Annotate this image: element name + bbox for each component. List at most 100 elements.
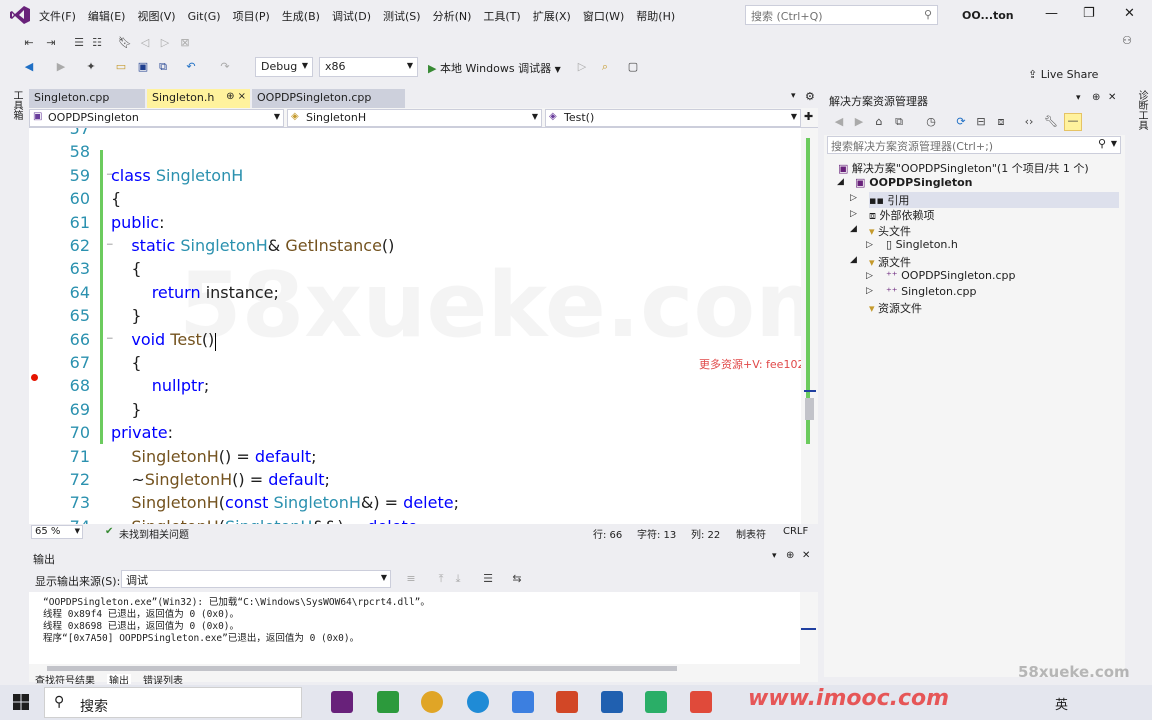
collapsed-arrow-icon[interactable]: ▷ [866, 271, 873, 281]
prev-bookmark-icon[interactable]: ◁ [138, 36, 152, 50]
indent-icon[interactable]: ⇤ [22, 36, 36, 50]
window-position-icon[interactable]: ▾ [772, 551, 777, 561]
undo-icon[interactable]: ↶ [184, 60, 198, 74]
uncomment-icon[interactable]: ☷ [90, 36, 104, 50]
feedback-icon[interactable]: ⚇ [1120, 34, 1134, 48]
tree-external-deps[interactable]: ⧈ 外部依赖项 [869, 207, 935, 223]
code-editor[interactable]: 58xueke.com 5758596061626364656667686970… [29, 128, 818, 524]
collapse-marker-icon[interactable]: − [106, 170, 114, 180]
scrollbar-thumb[interactable] [805, 398, 814, 420]
find-message-icon[interactable]: ≡ [404, 572, 418, 586]
editor-vertical-scrollbar[interactable] [801, 128, 818, 524]
diagnostic-tools-tab[interactable]: 诊断工具 [1134, 90, 1149, 130]
pin-icon[interactable]: ⊕ [1092, 92, 1100, 103]
scrollbar-thumb[interactable] [47, 666, 677, 671]
bottom-tab[interactable]: 查找符号结果 [33, 674, 97, 685]
tree-sources-folder[interactable]: ▾ 源文件 [869, 254, 911, 270]
code-line[interactable]: { [111, 353, 141, 372]
close-button[interactable]: ✕ [1124, 6, 1135, 21]
new-project-icon[interactable]: ✦ [84, 60, 98, 74]
code-line[interactable]: private: [111, 423, 173, 442]
breakpoint-icon[interactable] [31, 374, 38, 381]
show-all-files-icon[interactable]: ⧈ [994, 115, 1008, 129]
tree-header-file[interactable]: ▯ Singleton.h [886, 238, 958, 251]
bottom-tab[interactable]: 错误列表 [141, 674, 185, 685]
tab-singleton-h[interactable]: Singleton.h ⊕ × [147, 89, 250, 108]
tab-oopdpsingleton-cpp[interactable]: OOPDPSingleton.cpp [252, 89, 405, 108]
code-line[interactable]: } [111, 400, 141, 419]
code-line[interactable]: ~SingletonH() = default; [111, 470, 330, 489]
code-line[interactable]: SingletonH() = default; [111, 447, 316, 466]
collapsed-arrow-icon[interactable]: ▷ [850, 209, 857, 219]
bottom-tab[interactable]: 输出 [107, 674, 131, 684]
prev-message-icon[interactable]: ⤒ [434, 572, 448, 586]
platform-select[interactable]: x86 ▼ [319, 57, 418, 77]
menu-item[interactable]: 视图(V) [137, 8, 175, 24]
menu-item[interactable]: 编辑(E) [88, 8, 126, 24]
menu-item[interactable]: 帮助(H) [636, 8, 675, 24]
back-icon[interactable]: ◀ [832, 115, 846, 129]
output-horizontal-scrollbar[interactable] [29, 664, 800, 674]
ime-indicator[interactable]: 英 [1055, 694, 1068, 713]
tree-headers-folder[interactable]: ▾ 头文件 [869, 223, 911, 239]
menu-item[interactable]: Git(G) [188, 10, 221, 23]
collapsed-arrow-icon[interactable]: ▷ [866, 286, 873, 296]
project-scope-select[interactable]: ▣ OOPDPSingleton ▼ [29, 109, 284, 127]
start-without-debugging-icon[interactable]: ▷ [575, 60, 589, 74]
visual-studio-logo-icon[interactable] [10, 6, 30, 24]
tree-references[interactable]: ▪▪ 引用 [869, 192, 1119, 208]
expand-arrow-icon[interactable]: ◢ [837, 177, 844, 187]
collapsed-arrow-icon[interactable]: ▷ [850, 193, 857, 203]
code-line[interactable]: { [111, 259, 141, 278]
clion-taskbar-icon[interactable] [377, 691, 399, 713]
collapsed-arrow-icon[interactable]: ▷ [866, 240, 873, 250]
line-ending-indicator[interactable]: CRLF [783, 526, 808, 537]
open-file-icon[interactable]: ▭ [114, 60, 128, 74]
collapse-marker-icon[interactable]: − [106, 240, 114, 250]
wechat-taskbar-icon[interactable] [645, 691, 667, 713]
chrome-taskbar-icon[interactable] [421, 691, 443, 713]
edge-taskbar-icon[interactable] [467, 691, 489, 713]
properties-icon[interactable]: 🔧︎ [1044, 115, 1058, 129]
clear-all-icon[interactable]: ☰ [481, 572, 495, 586]
minimize-button[interactable]: — [1045, 6, 1058, 21]
save-icon[interactable]: ▣ [136, 60, 150, 74]
collapse-marker-icon[interactable]: − [106, 334, 114, 344]
outdent-icon[interactable]: ⇥ [44, 36, 58, 50]
switch-views-icon[interactable]: ⧉ [892, 115, 906, 129]
next-message-icon[interactable]: ⤓ [451, 572, 465, 586]
preview-selected-icon[interactable]: — [1064, 113, 1082, 131]
back-icon[interactable]: ◀ [22, 60, 36, 74]
output-source-select[interactable]: 调试 ▼ [121, 570, 391, 588]
code-lines[interactable]: class SingletonH {public: static Singleto… [111, 128, 801, 524]
app-taskbar-icon[interactable] [512, 691, 534, 713]
code-line[interactable]: SingletonH(const SingletonH&) = delete; [111, 493, 459, 512]
menu-item[interactable]: 扩展(X) [533, 8, 571, 24]
remote-desktop-taskbar-icon[interactable] [601, 691, 623, 713]
next-bookmark-icon[interactable]: ▷ [158, 36, 172, 50]
code-line[interactable]: { [111, 189, 121, 208]
expand-arrow-icon[interactable]: ◢ [850, 224, 857, 234]
code-line[interactable]: static SingletonH& GetInstance() [111, 236, 394, 255]
tree-source-file-2[interactable]: ⁺⁺ Singleton.cpp [886, 285, 976, 298]
code-line[interactable]: void Test() [111, 330, 214, 349]
visual-studio-taskbar-icon[interactable] [331, 691, 353, 713]
start-debugging-button[interactable]: ▶ 本地 Windows 调试器 ▼ [428, 60, 561, 76]
menu-item[interactable]: 文件(F) [39, 8, 76, 24]
view-code-icon[interactable]: ‹› [1022, 115, 1036, 129]
comment-icon[interactable]: ☰ [72, 36, 86, 50]
find-in-files-icon[interactable]: ⌕ [598, 60, 612, 74]
expand-arrow-icon[interactable]: ◢ [850, 255, 857, 265]
collapse-all-icon[interactable]: ⊟ [974, 115, 988, 129]
menu-item[interactable]: 项目(P) [233, 8, 270, 24]
solution-search-input[interactable]: 搜索解决方案资源管理器(Ctrl+;) ⚲ ▼ [827, 136, 1121, 154]
member-scope-select[interactable]: ◈ Test() ▼ [545, 109, 801, 127]
tab-singleton-cpp[interactable]: Singleton.cpp [29, 89, 145, 108]
tabs-indicator[interactable]: 制表符 [736, 526, 766, 541]
recorder-taskbar-icon[interactable] [690, 691, 712, 713]
split-window-icon[interactable]: ✚ [804, 110, 813, 123]
menu-item[interactable]: 测试(S) [383, 8, 421, 24]
screenshot-icon[interactable]: ▢ [626, 60, 640, 74]
menu-item[interactable]: 调试(D) [332, 8, 371, 24]
windows-start-icon[interactable] [13, 694, 29, 710]
